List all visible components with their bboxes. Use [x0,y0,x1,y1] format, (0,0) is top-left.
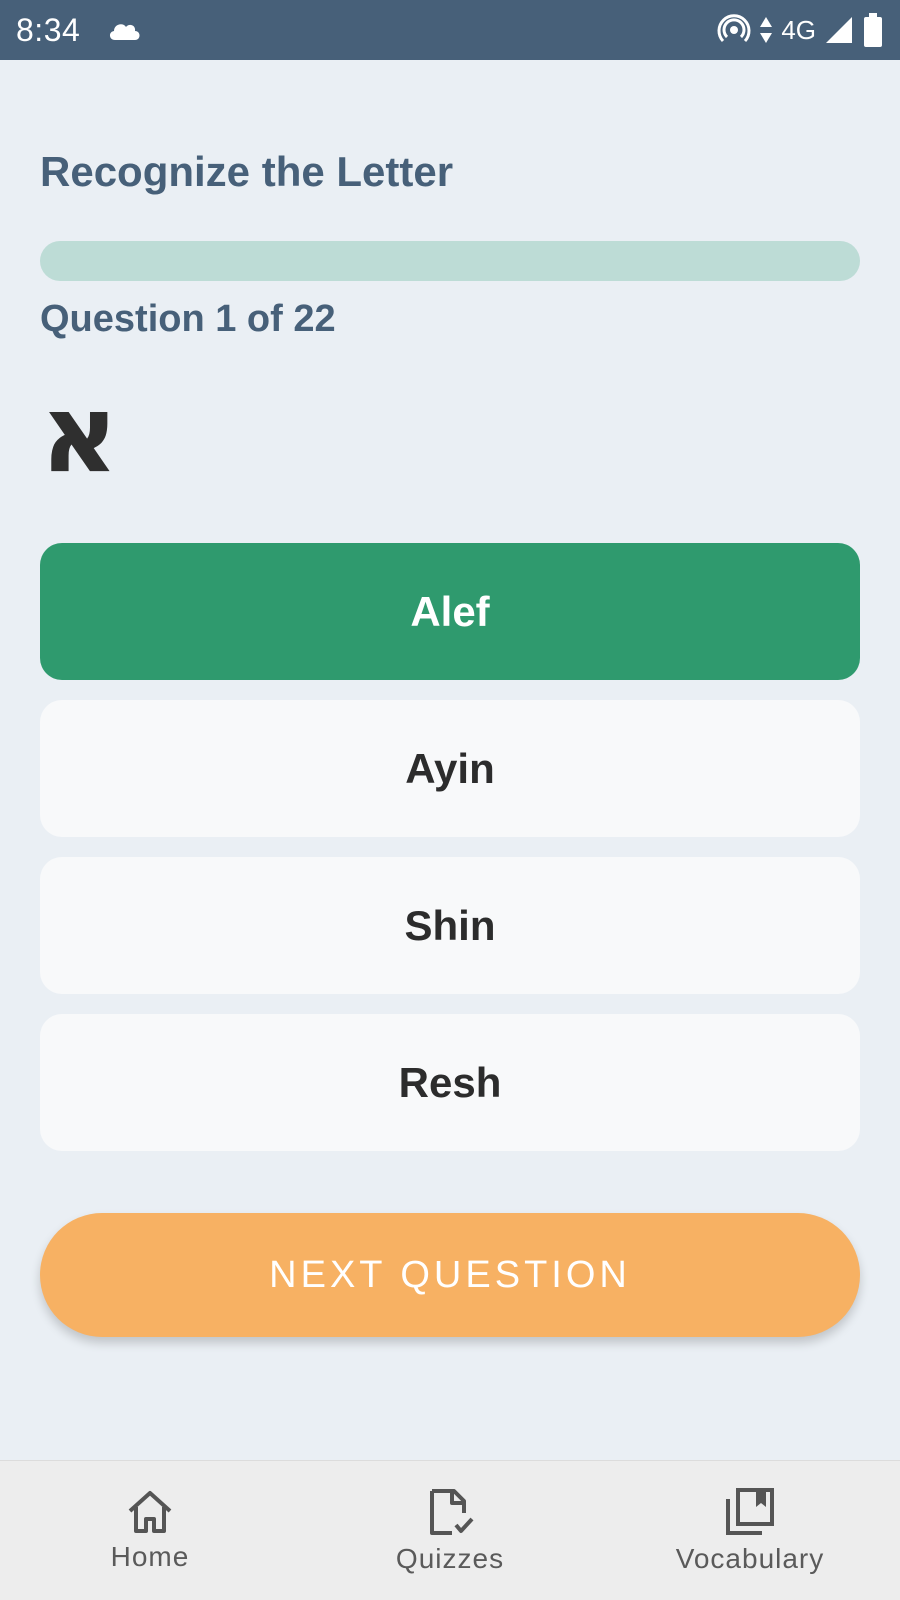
option-alef[interactable]: Alef [40,543,860,680]
nav-item-quizzes[interactable]: Quizzes [340,1487,560,1575]
nav-item-vocabulary[interactable]: Vocabulary [640,1487,860,1575]
option-shin[interactable]: Shin [40,857,860,994]
signal-icon [824,15,854,45]
hebrew-letter: א [40,372,119,497]
bottom-nav: Home Quizzes Vocabulary [0,1460,900,1600]
nav-label-home: Home [110,1540,190,1572]
next-question-label: NEXT QUESTION [269,1253,631,1296]
home-icon [124,1489,176,1535]
option-label: Shin [404,901,496,949]
status-time: 8:34 [16,11,81,48]
nav-label-vocabulary: Vocabulary [675,1542,825,1574]
option-label: Alef [410,587,490,635]
quiz-screen: Recognize the Letter Question 1 of 22 א … [0,60,900,1460]
option-ayin[interactable]: Ayin [40,700,860,837]
answer-options: Alef Ayin Shin Resh [40,543,860,1171]
option-label: Resh [398,1058,502,1106]
cloud-icon [106,18,142,42]
network-type: 4G [781,14,816,45]
question-counter: Question 1 of 22 [40,298,336,340]
page-title: Recognize the Letter [40,148,454,195]
data-arrows-icon [759,15,773,45]
option-resh[interactable]: Resh [40,1014,860,1151]
quiz-icon [424,1487,476,1537]
hotspot-icon [717,13,751,47]
battery-icon [862,12,884,48]
nav-item-home[interactable]: Home [40,1489,260,1573]
vocabulary-icon [724,1487,776,1537]
status-bar: 8:34 4G [0,0,900,60]
next-question-button[interactable]: NEXT QUESTION [40,1213,860,1337]
option-label: Ayin [405,744,495,792]
progress-bar [40,241,860,281]
nav-label-quizzes: Quizzes [395,1542,505,1574]
